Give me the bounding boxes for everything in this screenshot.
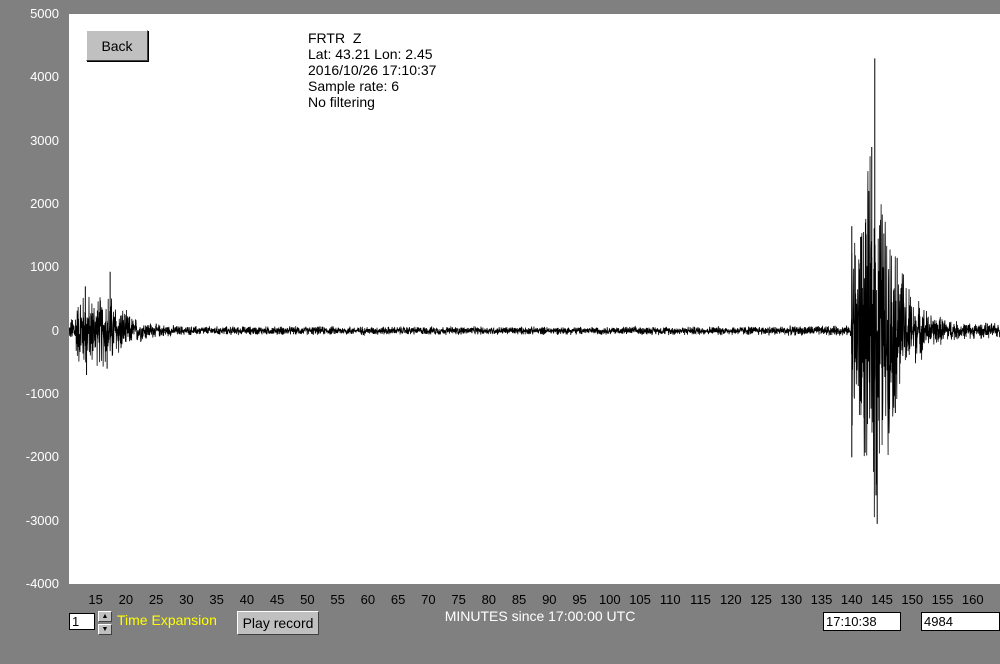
x-tick-label: 55 [330,592,345,607]
x-tick-label: 150 [901,592,924,607]
x-tick-label: 135 [810,592,833,607]
x-tick-label: 35 [209,592,224,607]
x-tick-label: 110 [659,592,681,607]
x-tick-label: 80 [481,592,497,607]
y-tick-label: -2000 [25,449,59,465]
x-tick-label: 60 [360,592,376,607]
x-tick-label: 155 [931,592,954,607]
spin-up-icon[interactable]: ▲ [98,611,112,622]
x-tick-label: 120 [719,592,742,607]
x-tick-label: 15 [88,592,103,607]
play-record-button[interactable]: Play record [237,611,319,635]
x-tick-label: 20 [118,592,134,607]
time-expansion-input[interactable] [69,613,95,630]
x-tick-label: 145 [871,592,893,607]
x-tick-label: 70 [421,592,436,607]
x-tick-label: 125 [750,592,772,607]
x-tick-label: 75 [451,592,466,607]
y-tick-label: 2000 [30,196,59,211]
seismogram-plot: Back FRTR Z Lat: 43.21 Lon: 2.45 2016/10… [69,14,1000,584]
y-tick-label: 5000 [30,6,59,21]
y-tick-label: 0 [51,322,59,338]
x-tick-label: 95 [572,592,587,607]
x-tick-label: 115 [690,592,711,607]
y-tick-label: 4000 [30,69,59,85]
y-tick-label: 3000 [30,132,59,148]
x-tick-label: 90 [542,592,557,607]
x-axis-label: MINUTES since 17:00:00 UTC [444,608,636,624]
time-expansion-label: Time Expansion [117,612,217,628]
x-tick-label: 100 [598,592,621,607]
x-tick-label: 105 [629,592,651,607]
y-tick-label: -1000 [25,386,59,401]
x-tick-label: 160 [961,592,984,607]
time-readout: 17:10:38 [823,612,901,631]
x-tick-label: 25 [148,592,164,607]
x-tick-label: 40 [239,592,255,607]
x-tick-label: 45 [269,592,285,607]
x-tick-label: 65 [390,592,406,607]
x-tick-label: 50 [300,592,315,607]
x-tick-label: 130 [780,592,803,607]
seismogram-trace-line [69,156,1000,518]
x-tick-label: 140 [840,592,863,607]
station-channel: FRTR Z [308,30,362,46]
sample-rate: Sample rate: 6 [308,78,400,94]
y-tick-label: -4000 [25,576,59,591]
seismogram-trace-svg [69,58,1000,524]
x-tick-label: 85 [511,592,527,607]
spin-down-icon[interactable]: ▼ [98,624,112,635]
back-button[interactable]: Back [86,30,148,61]
filter-status: No filtering [308,94,375,110]
station-coordinates: Lat: 43.21 Lon: 2.45 [308,46,433,62]
x-tick-label: 30 [179,592,194,607]
count-readout: 4984 [921,612,1000,631]
y-tick-label: -3000 [25,512,59,528]
record-datetime: 2016/10/26 17:10:37 [308,62,437,78]
y-tick-label: 1000 [30,259,59,275]
station-info: FRTR Z Lat: 43.21 Lon: 2.45 2016/10/26 1… [308,30,436,110]
